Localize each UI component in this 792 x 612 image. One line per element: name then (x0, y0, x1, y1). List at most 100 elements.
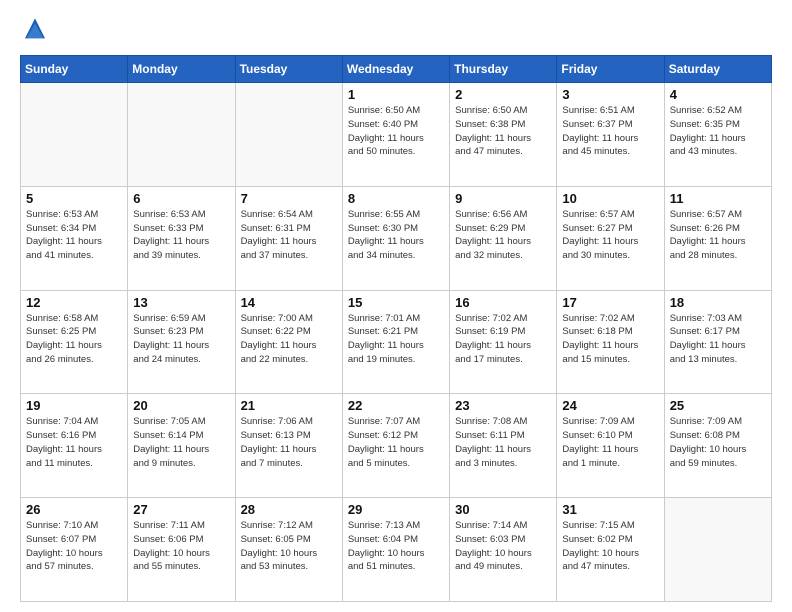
calendar-cell: 18 Sunrise: 7:03 AM Sunset: 6:17 PM Dayli… (664, 290, 771, 394)
calendar-cell: 4Sunrise: 6:52 AM Sunset: 6:35 PM Daylig… (664, 83, 771, 187)
day-info: Sunrise: 7:00 AM Sunset: 6:22 PM Dayligh… (241, 312, 337, 367)
calendar-cell: 31 Sunrise: 7:15 AM Sunset: 6:02 PM Dayli… (557, 498, 664, 602)
calendar-cell: 1 Sunrise: 6:50 AM Sunset: 6:40 PM Daylig… (342, 83, 449, 187)
day-info: Sunrise: 6:51 AM Sunset: 6:37 PM Dayligh… (562, 104, 658, 159)
calendar-cell: 19 Sunrise: 7:04 AM Sunset: 6:16 PM Dayli… (21, 394, 128, 498)
day-number: 19 (26, 398, 122, 413)
day-info: Sunrise: 6:52 AM Sunset: 6:35 PM Dayligh… (670, 104, 766, 159)
calendar-cell: 22 Sunrise: 7:07 AM Sunset: 6:12 PM Dayli… (342, 394, 449, 498)
calendar-week-row: 26Sunrise: 7:10 AM Sunset: 6:07 PM Dayli… (21, 498, 772, 602)
weekday-header: Wednesday (342, 56, 449, 83)
calendar: SundayMondayTuesdayWednesdayThursdayFrid… (20, 55, 772, 602)
calendar-cell: 7Sunrise: 6:54 AM Sunset: 6:31 PM Daylig… (235, 186, 342, 290)
weekday-header: Thursday (450, 56, 557, 83)
calendar-cell: 2 Sunrise: 6:50 AM Sunset: 6:38 PM Daylig… (450, 83, 557, 187)
day-number: 18 (670, 295, 766, 310)
weekday-row: SundayMondayTuesdayWednesdayThursdayFrid… (21, 56, 772, 83)
day-info: Sunrise: 6:57 AM Sunset: 6:27 PM Dayligh… (562, 208, 658, 263)
day-info: Sunrise: 6:55 AM Sunset: 6:30 PM Dayligh… (348, 208, 444, 263)
day-number: 27 (133, 502, 229, 517)
day-number: 21 (241, 398, 337, 413)
day-number: 8 (348, 191, 444, 206)
day-info: Sunrise: 7:07 AM Sunset: 6:12 PM Dayligh… (348, 415, 444, 470)
calendar-cell (128, 83, 235, 187)
calendar-cell: 26Sunrise: 7:10 AM Sunset: 6:07 PM Dayli… (21, 498, 128, 602)
calendar-cell: 5 Sunrise: 6:53 AM Sunset: 6:34 PM Daylig… (21, 186, 128, 290)
day-number: 12 (26, 295, 122, 310)
day-info: Sunrise: 6:53 AM Sunset: 6:33 PM Dayligh… (133, 208, 229, 263)
day-number: 11 (670, 191, 766, 206)
day-info: Sunrise: 7:09 AM Sunset: 6:10 PM Dayligh… (562, 415, 658, 470)
page: SundayMondayTuesdayWednesdayThursdayFrid… (0, 0, 792, 612)
day-number: 1 (348, 87, 444, 102)
calendar-header: SundayMondayTuesdayWednesdayThursdayFrid… (21, 56, 772, 83)
day-number: 2 (455, 87, 551, 102)
day-number: 15 (348, 295, 444, 310)
calendar-cell: 25Sunrise: 7:09 AM Sunset: 6:08 PM Dayli… (664, 394, 771, 498)
day-number: 26 (26, 502, 122, 517)
day-number: 10 (562, 191, 658, 206)
day-info: Sunrise: 7:15 AM Sunset: 6:02 PM Dayligh… (562, 519, 658, 574)
day-info: Sunrise: 6:50 AM Sunset: 6:40 PM Dayligh… (348, 104, 444, 159)
day-info: Sunrise: 7:04 AM Sunset: 6:16 PM Dayligh… (26, 415, 122, 470)
weekday-header: Saturday (664, 56, 771, 83)
day-number: 5 (26, 191, 122, 206)
day-number: 31 (562, 502, 658, 517)
day-info: Sunrise: 6:59 AM Sunset: 6:23 PM Dayligh… (133, 312, 229, 367)
day-number: 6 (133, 191, 229, 206)
logo (20, 15, 54, 45)
day-info: Sunrise: 6:53 AM Sunset: 6:34 PM Dayligh… (26, 208, 122, 263)
logo-icon (20, 15, 50, 45)
day-info: Sunrise: 6:50 AM Sunset: 6:38 PM Dayligh… (455, 104, 551, 159)
calendar-cell: 9 Sunrise: 6:56 AM Sunset: 6:29 PM Daylig… (450, 186, 557, 290)
calendar-cell: 24 Sunrise: 7:09 AM Sunset: 6:10 PM Dayli… (557, 394, 664, 498)
day-number: 17 (562, 295, 658, 310)
day-info: Sunrise: 7:12 AM Sunset: 6:05 PM Dayligh… (241, 519, 337, 574)
calendar-week-row: 5 Sunrise: 6:53 AM Sunset: 6:34 PM Daylig… (21, 186, 772, 290)
day-info: Sunrise: 6:56 AM Sunset: 6:29 PM Dayligh… (455, 208, 551, 263)
calendar-cell: 13Sunrise: 6:59 AM Sunset: 6:23 PM Dayli… (128, 290, 235, 394)
calendar-cell (235, 83, 342, 187)
calendar-cell: 8 Sunrise: 6:55 AM Sunset: 6:30 PM Daylig… (342, 186, 449, 290)
day-number: 3 (562, 87, 658, 102)
day-number: 7 (241, 191, 337, 206)
day-number: 25 (670, 398, 766, 413)
calendar-cell: 20Sunrise: 7:05 AM Sunset: 6:14 PM Dayli… (128, 394, 235, 498)
calendar-cell: 21 Sunrise: 7:06 AM Sunset: 6:13 PM Dayli… (235, 394, 342, 498)
day-info: Sunrise: 7:08 AM Sunset: 6:11 PM Dayligh… (455, 415, 551, 470)
day-info: Sunrise: 6:58 AM Sunset: 6:25 PM Dayligh… (26, 312, 122, 367)
calendar-cell: 23 Sunrise: 7:08 AM Sunset: 6:11 PM Dayli… (450, 394, 557, 498)
calendar-week-row: 1 Sunrise: 6:50 AM Sunset: 6:40 PM Daylig… (21, 83, 772, 187)
weekday-header: Monday (128, 56, 235, 83)
day-info: Sunrise: 7:02 AM Sunset: 6:19 PM Dayligh… (455, 312, 551, 367)
calendar-cell: 14Sunrise: 7:00 AM Sunset: 6:22 PM Dayli… (235, 290, 342, 394)
day-info: Sunrise: 7:13 AM Sunset: 6:04 PM Dayligh… (348, 519, 444, 574)
weekday-header: Friday (557, 56, 664, 83)
day-info: Sunrise: 7:14 AM Sunset: 6:03 PM Dayligh… (455, 519, 551, 574)
header (20, 15, 772, 45)
day-number: 22 (348, 398, 444, 413)
day-number: 24 (562, 398, 658, 413)
day-info: Sunrise: 7:06 AM Sunset: 6:13 PM Dayligh… (241, 415, 337, 470)
day-info: Sunrise: 7:03 AM Sunset: 6:17 PM Dayligh… (670, 312, 766, 367)
calendar-cell (664, 498, 771, 602)
calendar-cell: 17 Sunrise: 7:02 AM Sunset: 6:18 PM Dayli… (557, 290, 664, 394)
day-number: 16 (455, 295, 551, 310)
day-info: Sunrise: 7:02 AM Sunset: 6:18 PM Dayligh… (562, 312, 658, 367)
calendar-body: 1 Sunrise: 6:50 AM Sunset: 6:40 PM Daylig… (21, 83, 772, 602)
calendar-cell: 28Sunrise: 7:12 AM Sunset: 6:05 PM Dayli… (235, 498, 342, 602)
calendar-cell: 6 Sunrise: 6:53 AM Sunset: 6:33 PM Daylig… (128, 186, 235, 290)
calendar-cell: 30 Sunrise: 7:14 AM Sunset: 6:03 PM Dayli… (450, 498, 557, 602)
day-info: Sunrise: 7:11 AM Sunset: 6:06 PM Dayligh… (133, 519, 229, 574)
day-number: 30 (455, 502, 551, 517)
weekday-header: Tuesday (235, 56, 342, 83)
calendar-cell: 12 Sunrise: 6:58 AM Sunset: 6:25 PM Dayli… (21, 290, 128, 394)
calendar-cell: 3 Sunrise: 6:51 AM Sunset: 6:37 PM Daylig… (557, 83, 664, 187)
day-number: 29 (348, 502, 444, 517)
calendar-cell: 16 Sunrise: 7:02 AM Sunset: 6:19 PM Dayli… (450, 290, 557, 394)
calendar-cell: 15Sunrise: 7:01 AM Sunset: 6:21 PM Dayli… (342, 290, 449, 394)
day-number: 23 (455, 398, 551, 413)
calendar-week-row: 19 Sunrise: 7:04 AM Sunset: 6:16 PM Dayli… (21, 394, 772, 498)
day-number: 9 (455, 191, 551, 206)
calendar-cell: 10 Sunrise: 6:57 AM Sunset: 6:27 PM Dayli… (557, 186, 664, 290)
